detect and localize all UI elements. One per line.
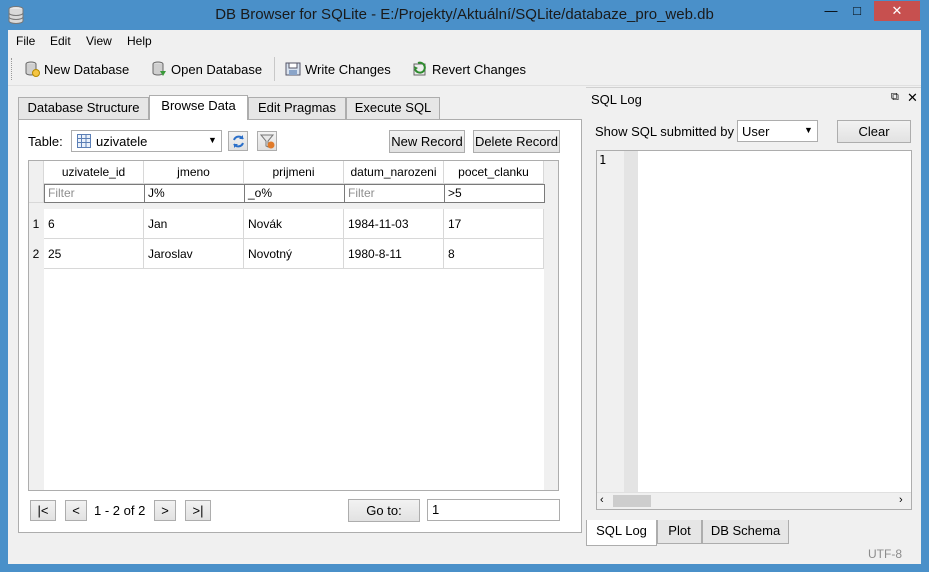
page-status: 1 - 2 of 2 xyxy=(94,503,146,518)
show-sql-label: Show SQL submitted by xyxy=(595,124,734,139)
last-page-button[interactable]: >| xyxy=(185,500,211,521)
menu-help[interactable]: Help xyxy=(127,34,152,48)
table-cell[interactable]: 1984-11-03 xyxy=(344,209,444,239)
save-icon xyxy=(285,61,301,77)
main-window-client: File Edit View Help New Database Open Da… xyxy=(8,30,921,564)
open-database-icon xyxy=(151,61,167,77)
first-page-button[interactable]: |< xyxy=(30,500,56,521)
column-header-uzivatele-id[interactable]: uzivatele_id xyxy=(44,161,144,184)
app-window: DB Browser for SQLite - E:/Projekty/Aktu… xyxy=(0,0,929,572)
next-page-button[interactable]: > xyxy=(154,500,176,521)
table-select[interactable]: uzivatele ▼ xyxy=(71,130,222,152)
delete-record-button[interactable]: Delete Record xyxy=(473,130,560,153)
menu-edit[interactable]: Edit xyxy=(50,34,71,48)
menu-view[interactable]: View xyxy=(86,34,112,48)
table-cell[interactable]: 6 xyxy=(44,209,144,239)
tab-edit-pragmas[interactable]: Edit Pragmas xyxy=(248,97,346,119)
table-cell[interactable]: Jan xyxy=(144,209,244,239)
fold-margin xyxy=(624,151,638,492)
table-select-value: uzivatele xyxy=(96,134,148,149)
new-record-button[interactable]: New Record xyxy=(389,130,465,153)
write-changes-button[interactable]: Write Changes xyxy=(285,58,391,80)
revert-changes-label: Revert Changes xyxy=(432,61,526,77)
chevron-down-icon: ▼ xyxy=(208,135,217,145)
new-database-label: New Database xyxy=(44,61,130,77)
encoding-status: UTF-8 xyxy=(868,547,902,561)
clear-log-button[interactable]: Clear xyxy=(837,120,911,143)
revert-icon xyxy=(412,61,428,77)
line-number: 1 xyxy=(599,153,607,167)
window-title: DB Browser for SQLite - E:/Projekty/Aktu… xyxy=(215,6,714,23)
scrollbar-thumb[interactable] xyxy=(613,495,651,507)
menu-file[interactable]: File xyxy=(16,34,35,48)
horizontal-scrollbar[interactable]: ‹ › xyxy=(597,492,911,509)
filter-pocet-clanku[interactable]: >5 xyxy=(444,184,545,203)
tab-sql-log[interactable]: SQL Log xyxy=(586,520,657,546)
column-header-prijmeni[interactable]: prijmeni xyxy=(244,161,344,184)
sql-log-dock-title[interactable]: SQL Log ⧉ ✕ xyxy=(586,87,921,109)
table-grid-icon xyxy=(77,134,91,151)
submitted-by-select[interactable]: User ▼ xyxy=(737,120,818,142)
new-database-button[interactable]: New Database xyxy=(24,58,129,80)
table-label: Table: xyxy=(28,134,63,149)
close-dock-icon[interactable]: ✕ xyxy=(907,90,918,106)
toolbar-grip[interactable] xyxy=(11,58,14,80)
column-header-jmeno[interactable]: jmeno xyxy=(144,161,244,184)
refresh-button[interactable] xyxy=(228,131,248,151)
submitted-by-value: User xyxy=(742,124,770,139)
grid-corner xyxy=(29,161,44,203)
table-cell[interactable]: 25 xyxy=(44,239,144,269)
maximize-button[interactable]: □ xyxy=(844,1,870,21)
column-header-datum-narozeni[interactable]: datum_narozeni xyxy=(344,161,444,184)
toolbar: New Database Open Database Write Changes xyxy=(8,52,921,86)
table-cell[interactable]: Novotný xyxy=(244,239,344,269)
refresh-icon xyxy=(231,134,246,152)
tab-db-schema[interactable]: DB Schema xyxy=(702,520,789,544)
sql-log-editor[interactable]: 1 ‹ › xyxy=(596,150,912,510)
write-changes-label: Write Changes xyxy=(305,61,391,77)
minimize-button[interactable]: — xyxy=(818,1,844,21)
table-cell[interactable]: 8 xyxy=(444,239,544,269)
tab-browse-data[interactable]: Browse Data xyxy=(149,95,248,120)
filter-uzivatele-id[interactable]: Filter xyxy=(44,184,145,203)
tab-plot[interactable]: Plot xyxy=(657,520,702,544)
tab-database-structure[interactable]: Database Structure xyxy=(18,97,149,119)
row-header[interactable]: 2 xyxy=(29,239,43,269)
table-cell[interactable]: 1980-8-11 xyxy=(344,239,444,269)
goto-button[interactable]: Go to: xyxy=(348,499,420,522)
open-database-button[interactable]: Open Database xyxy=(151,58,262,80)
scroll-left-icon[interactable]: ‹ xyxy=(600,494,604,506)
open-database-label: Open Database xyxy=(171,61,263,77)
table-cell[interactable]: 17 xyxy=(444,209,544,239)
float-icon[interactable]: ⧉ xyxy=(891,91,899,104)
title-bar[interactable]: DB Browser for SQLite - E:/Projekty/Aktu… xyxy=(0,0,929,30)
table-cell[interactable]: Jaroslav xyxy=(144,239,244,269)
toolbar-separator xyxy=(274,57,275,81)
grid-empty-area xyxy=(44,269,544,490)
table-cell[interactable]: Novák xyxy=(244,209,344,239)
close-button[interactable]: ✕ xyxy=(874,1,920,21)
clear-filters-button[interactable] xyxy=(257,131,277,151)
filter-datum-narozeni[interactable]: Filter xyxy=(344,184,445,203)
revert-changes-button[interactable]: Revert Changes xyxy=(412,58,526,80)
goto-input[interactable]: 1 xyxy=(427,499,560,521)
tab-execute-sql[interactable]: Execute SQL xyxy=(346,97,440,119)
data-grid: uzivatele_id jmeno prijmeni datum_naroze… xyxy=(28,160,559,491)
chevron-down-icon: ▼ xyxy=(804,125,813,135)
row-header[interactable]: 1 xyxy=(29,209,43,239)
sql-log-dock-label: SQL Log xyxy=(591,92,642,107)
menu-bar: File Edit View Help xyxy=(8,30,921,52)
scroll-right-icon[interactable]: › xyxy=(899,494,903,506)
new-database-icon xyxy=(24,61,40,77)
filter-prijmeni[interactable]: _o% xyxy=(244,184,345,203)
clear-filter-icon xyxy=(259,134,275,152)
line-number-gutter xyxy=(597,151,624,492)
previous-page-button[interactable]: < xyxy=(65,500,87,521)
column-header-pocet-clanku[interactable]: pocet_clanku xyxy=(444,161,544,184)
filter-jmeno[interactable]: J% xyxy=(144,184,245,203)
